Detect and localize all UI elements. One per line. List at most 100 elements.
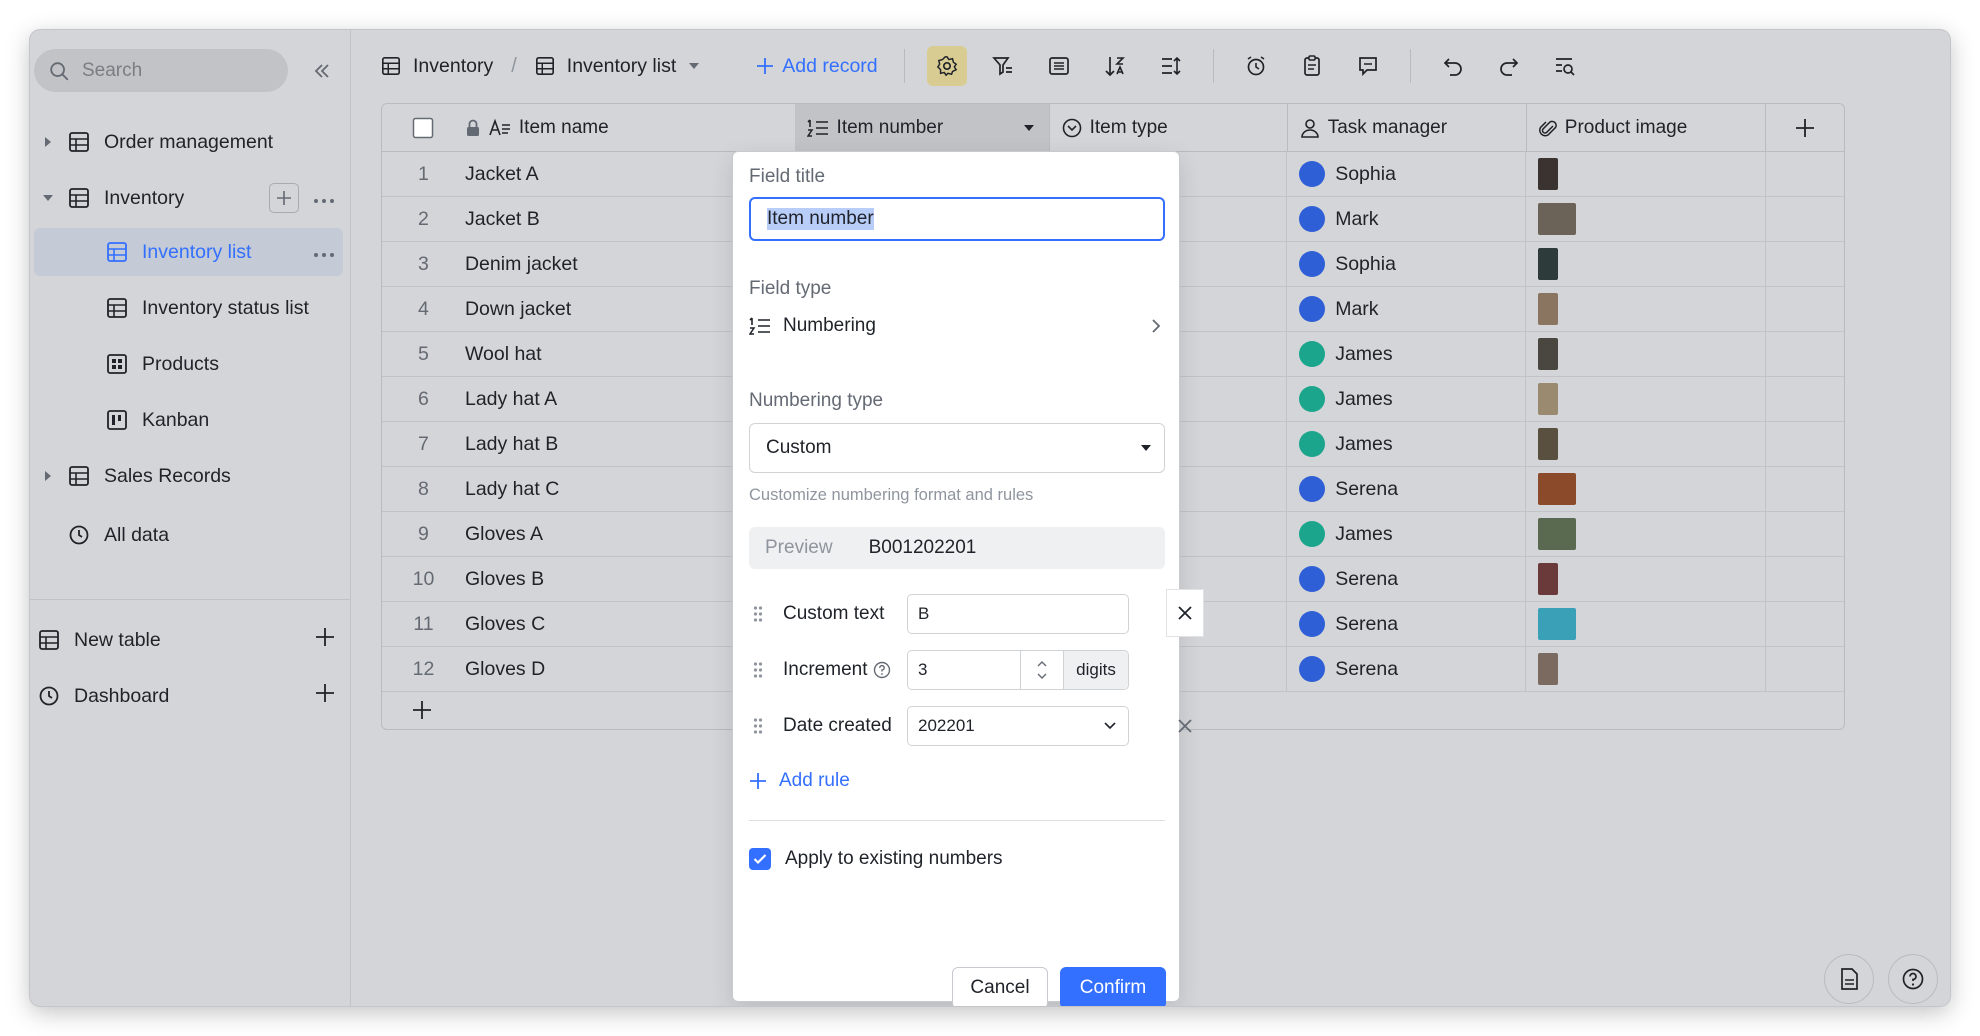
task-manager-cell[interactable]: Mark — [1287, 197, 1527, 242]
column-menu-caret-icon[interactable] — [1023, 123, 1035, 133]
task-manager-cell[interactable]: James — [1287, 512, 1527, 557]
add-column-button[interactable] — [1766, 104, 1844, 152]
sidebar-item-all-data[interactable]: All data — [66, 511, 343, 559]
product-thumbnail[interactable] — [1538, 608, 1577, 640]
collapse-sidebar-icon[interactable] — [307, 56, 337, 86]
drag-handle-icon[interactable] — [749, 717, 767, 735]
product-thumbnail[interactable] — [1538, 293, 1559, 325]
product-image-cell[interactable] — [1526, 422, 1766, 467]
task-manager-cell[interactable]: Serena — [1287, 467, 1527, 512]
task-manager-cell[interactable]: James — [1287, 422, 1527, 467]
product-image-cell[interactable] — [1526, 467, 1766, 512]
more-icon[interactable] — [313, 187, 335, 210]
field-title-input[interactable]: Item number — [749, 197, 1165, 241]
sidebar-item-kanban[interactable]: Kanban — [34, 396, 343, 444]
increment-stepper[interactable]: 3 digits — [907, 650, 1129, 690]
sidebar-item-inventory[interactable]: Inventory — [38, 174, 343, 222]
product-thumbnail[interactable] — [1538, 383, 1559, 415]
task-manager-cell[interactable]: Sophia — [1287, 242, 1527, 287]
drag-handle-icon[interactable] — [749, 605, 767, 623]
row-height-icon[interactable] — [1151, 46, 1191, 86]
plus-icon[interactable] — [315, 683, 335, 709]
undo-icon[interactable] — [1433, 46, 1473, 86]
task-manager-cell[interactable]: James — [1287, 332, 1527, 377]
product-image-cell[interactable] — [1526, 377, 1766, 422]
column-header-item-type[interactable]: Item type — [1050, 104, 1288, 152]
add-rule-button[interactable]: Add rule — [749, 770, 850, 792]
sidebar-item-sales-records[interactable]: Sales Records — [38, 452, 343, 500]
help-button[interactable] — [1888, 954, 1938, 1004]
sort-icon[interactable] — [1095, 46, 1135, 86]
caret-down-icon[interactable] — [688, 61, 700, 71]
chevron-down-icon[interactable] — [1037, 673, 1047, 679]
confirm-button[interactable]: Confirm — [1060, 967, 1166, 1006]
product-thumbnail[interactable] — [1538, 563, 1559, 595]
select-all-checkbox[interactable] — [382, 104, 465, 152]
product-image-cell[interactable] — [1526, 332, 1766, 377]
sidebar-item-products[interactable]: Products — [34, 340, 343, 388]
form-icon[interactable] — [1292, 46, 1332, 86]
column-header-item-number[interactable]: Item number — [794, 104, 1050, 152]
caret-right-icon[interactable] — [38, 136, 58, 148]
group-icon[interactable] — [1039, 46, 1079, 86]
redo-icon[interactable] — [1489, 46, 1529, 86]
product-thumbnail[interactable] — [1538, 248, 1559, 280]
numbering-type-select[interactable]: Custom — [749, 423, 1165, 473]
search-records-icon[interactable] — [1545, 46, 1585, 86]
task-manager-cell[interactable]: Serena — [1287, 602, 1527, 647]
sidebar-item-inventory-status-list[interactable]: Inventory status list — [34, 284, 343, 332]
notes-button[interactable] — [1824, 954, 1874, 1004]
product-thumbnail[interactable] — [1538, 428, 1559, 460]
product-image-cell[interactable] — [1526, 197, 1766, 242]
caret-down-icon[interactable] — [38, 193, 58, 203]
task-manager-cell[interactable]: Sophia — [1287, 152, 1527, 197]
product-thumbnail[interactable] — [1538, 653, 1559, 685]
add-view-button[interactable] — [269, 183, 299, 213]
more-icon[interactable] — [313, 241, 335, 264]
alarm-icon[interactable] — [1236, 46, 1276, 86]
task-manager-cell[interactable]: Mark — [1287, 287, 1527, 332]
apply-existing-checkbox[interactable] — [749, 848, 771, 870]
apply-existing-row[interactable]: Apply to existing numbers — [749, 848, 1003, 870]
product-image-cell[interactable] — [1526, 557, 1766, 602]
add-row-button[interactable] — [412, 700, 432, 725]
chevron-up-icon[interactable] — [1037, 661, 1047, 667]
task-manager-cell[interactable]: Serena — [1287, 557, 1527, 602]
dashboard-item[interactable]: Dashboard — [36, 672, 343, 720]
plus-icon[interactable] — [315, 627, 335, 653]
custom-text-input[interactable]: B — [907, 594, 1129, 634]
product-image-cell[interactable] — [1526, 602, 1766, 647]
product-thumbnail[interactable] — [1538, 473, 1577, 505]
field-settings-icon[interactable] — [926, 46, 967, 86]
column-header-product-image[interactable]: Product image — [1527, 104, 1766, 152]
field-type-selector[interactable]: Numbering — [749, 306, 1165, 346]
product-image-cell[interactable] — [1526, 512, 1766, 557]
sidebar-item-order-management[interactable]: Order management — [38, 118, 343, 166]
product-image-cell[interactable] — [1526, 287, 1766, 332]
product-image-cell[interactable] — [1526, 152, 1766, 197]
caret-right-icon[interactable] — [38, 470, 58, 482]
help-icon[interactable] — [873, 661, 891, 679]
product-thumbnail[interactable] — [1538, 518, 1577, 550]
search-input[interactable]: Search — [34, 49, 288, 92]
date-format-select[interactable]: 202201 — [907, 706, 1129, 746]
product-thumbnail[interactable] — [1538, 338, 1559, 370]
remove-date-created-button[interactable] — [1167, 703, 1203, 749]
task-manager-cell[interactable]: Serena — [1287, 647, 1527, 692]
column-header-item-name[interactable]: Item name — [465, 104, 795, 152]
sidebar-item-inventory-list[interactable]: Inventory list — [34, 228, 343, 276]
filter-icon[interactable] — [983, 46, 1023, 86]
task-manager-cell[interactable]: James — [1287, 377, 1527, 422]
stepper-arrows[interactable] — [1020, 651, 1064, 689]
remove-custom-text-button[interactable] — [1167, 590, 1203, 636]
cancel-button[interactable]: Cancel — [952, 967, 1048, 1006]
product-image-cell[interactable] — [1526, 242, 1766, 287]
breadcrumb-view[interactable]: Inventory list — [535, 55, 700, 78]
add-record-button[interactable]: Add record — [756, 55, 878, 78]
product-thumbnail[interactable] — [1538, 203, 1577, 235]
product-thumbnail[interactable] — [1538, 158, 1559, 190]
product-image-cell[interactable] — [1526, 647, 1766, 692]
comment-icon[interactable] — [1348, 46, 1388, 86]
drag-handle-icon[interactable] — [749, 661, 767, 679]
column-header-task-manager[interactable]: Task manager — [1288, 104, 1527, 152]
